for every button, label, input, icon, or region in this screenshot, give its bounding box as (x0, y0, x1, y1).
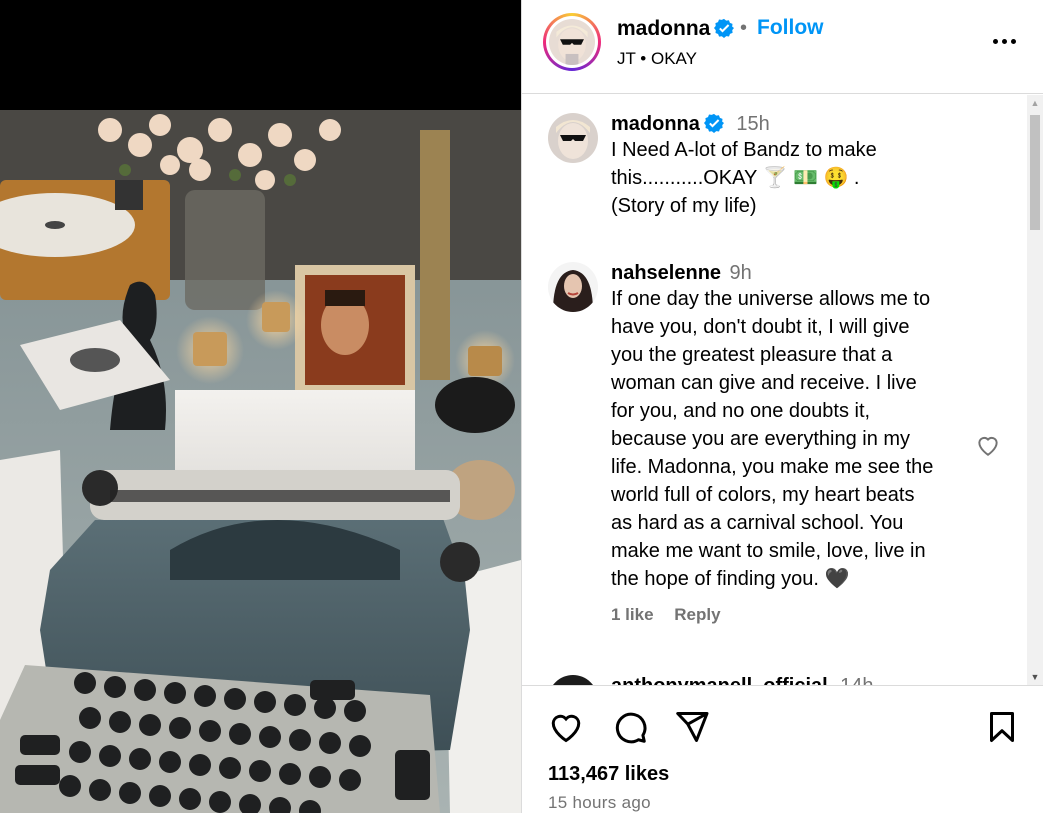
comment-username[interactable]: nahselenne (611, 262, 721, 284)
audio-attribution[interactable]: JT • OKAY (617, 49, 697, 69)
scrollbar-thumb[interactable] (1030, 115, 1040, 230)
comments-scrollbar[interactable]: ▲ ▼ (1027, 95, 1043, 685)
avatar[interactable] (548, 113, 598, 163)
avatar[interactable] (548, 262, 598, 312)
comment-text: If one day the universe allows me to hav… (611, 288, 934, 590)
comment-text: I Need A-lot of Bandz to make this......… (611, 139, 877, 217)
comment-time[interactable]: 9h (730, 262, 752, 284)
heart-icon[interactable] (548, 709, 584, 745)
share-icon[interactable] (674, 709, 710, 745)
post-actions: 113,467 likes 15 hours ago (522, 685, 1043, 813)
scroll-up-arrow-icon[interactable]: ▲ (1027, 95, 1043, 111)
post-media[interactable] (0, 0, 521, 813)
post-username-text: madonna (617, 17, 711, 40)
post-header: madonna • Follow JT • OKAY (522, 0, 1043, 94)
story-ring[interactable] (543, 13, 601, 71)
bookmark-icon[interactable] (984, 709, 1020, 745)
comment-like-count[interactable]: 1 like (611, 605, 654, 624)
scroll-down-arrow-icon[interactable]: ▼ (1027, 669, 1043, 685)
follow-button[interactable]: Follow (757, 16, 824, 40)
post-username[interactable]: madonna (617, 17, 735, 41)
comment-username[interactable]: madonna (611, 113, 700, 135)
instagram-post-view: madonna • Follow JT • OKAY madonna 15h I… (0, 0, 1043, 813)
heart-icon[interactable] (975, 432, 1001, 458)
comment-meta: 1 like Reply (611, 605, 966, 625)
comment-username[interactable]: anthonymanell_official (611, 675, 828, 685)
avatar (549, 19, 595, 65)
header-separator: • (740, 17, 748, 39)
post-side-panel: madonna • Follow JT • OKAY madonna 15h I… (521, 0, 1043, 813)
like-count[interactable]: 113,467 likes (548, 763, 669, 786)
post-photo (0, 110, 521, 813)
verified-badge-icon (703, 113, 724, 133)
comment-icon[interactable] (612, 709, 648, 745)
reply-button[interactable]: Reply (674, 605, 720, 624)
more-options-icon[interactable] (989, 26, 1019, 56)
comment-time[interactable]: 15h (736, 113, 769, 135)
comments-list[interactable]: madonna 15h I Need A-lot of Bandz to mak… (522, 95, 1043, 685)
comment-time[interactable]: 14h (840, 675, 873, 685)
verified-badge-icon (714, 18, 735, 38)
avatar[interactable] (548, 675, 598, 685)
post-timestamp[interactable]: 15 hours ago (548, 793, 651, 813)
